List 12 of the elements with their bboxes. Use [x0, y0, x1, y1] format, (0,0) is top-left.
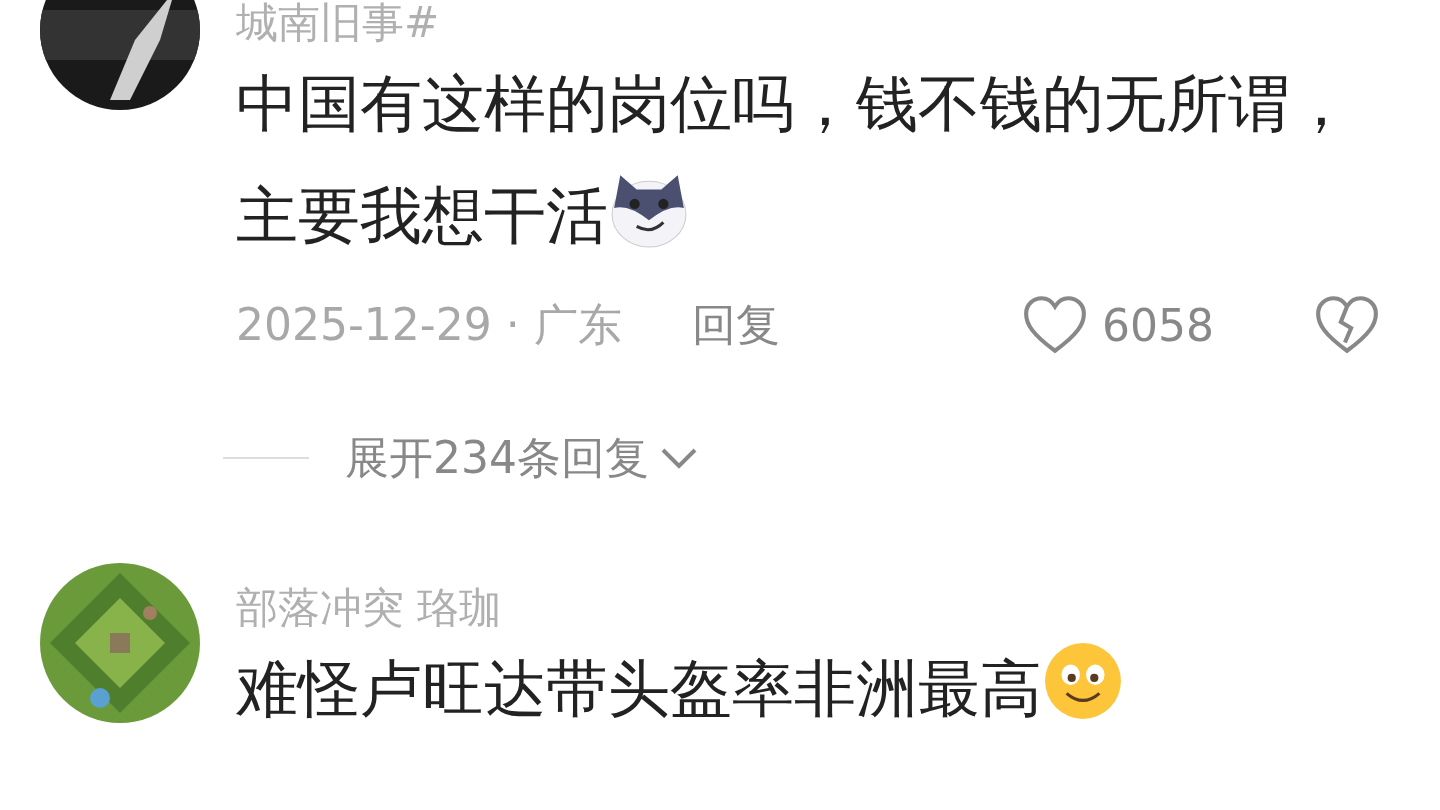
- reply-button[interactable]: 回复: [691, 295, 780, 355]
- like-count: 6058: [1102, 299, 1214, 351]
- broken-heart-icon[interactable]: [1314, 295, 1380, 355]
- expand-replies-button[interactable]: 展开234条回复: [345, 428, 699, 488]
- smiley-icon: [1042, 640, 1124, 722]
- date-location: 2025-12-29 · 广东: [236, 297, 622, 352]
- chevron-down-icon: [659, 446, 699, 470]
- username[interactable]: 部落冲突 珞珈: [236, 583, 1380, 633]
- heart-icon[interactable]: [1022, 295, 1088, 355]
- comment-text: 难怪卢旺达带头盔率非洲最高: [236, 633, 1380, 745]
- username[interactable]: 城南旧事#: [236, 0, 1380, 48]
- comment-text: 中国有这样的岗位吗，钱不钱的无所谓，主要我想干活: [236, 66, 1353, 254]
